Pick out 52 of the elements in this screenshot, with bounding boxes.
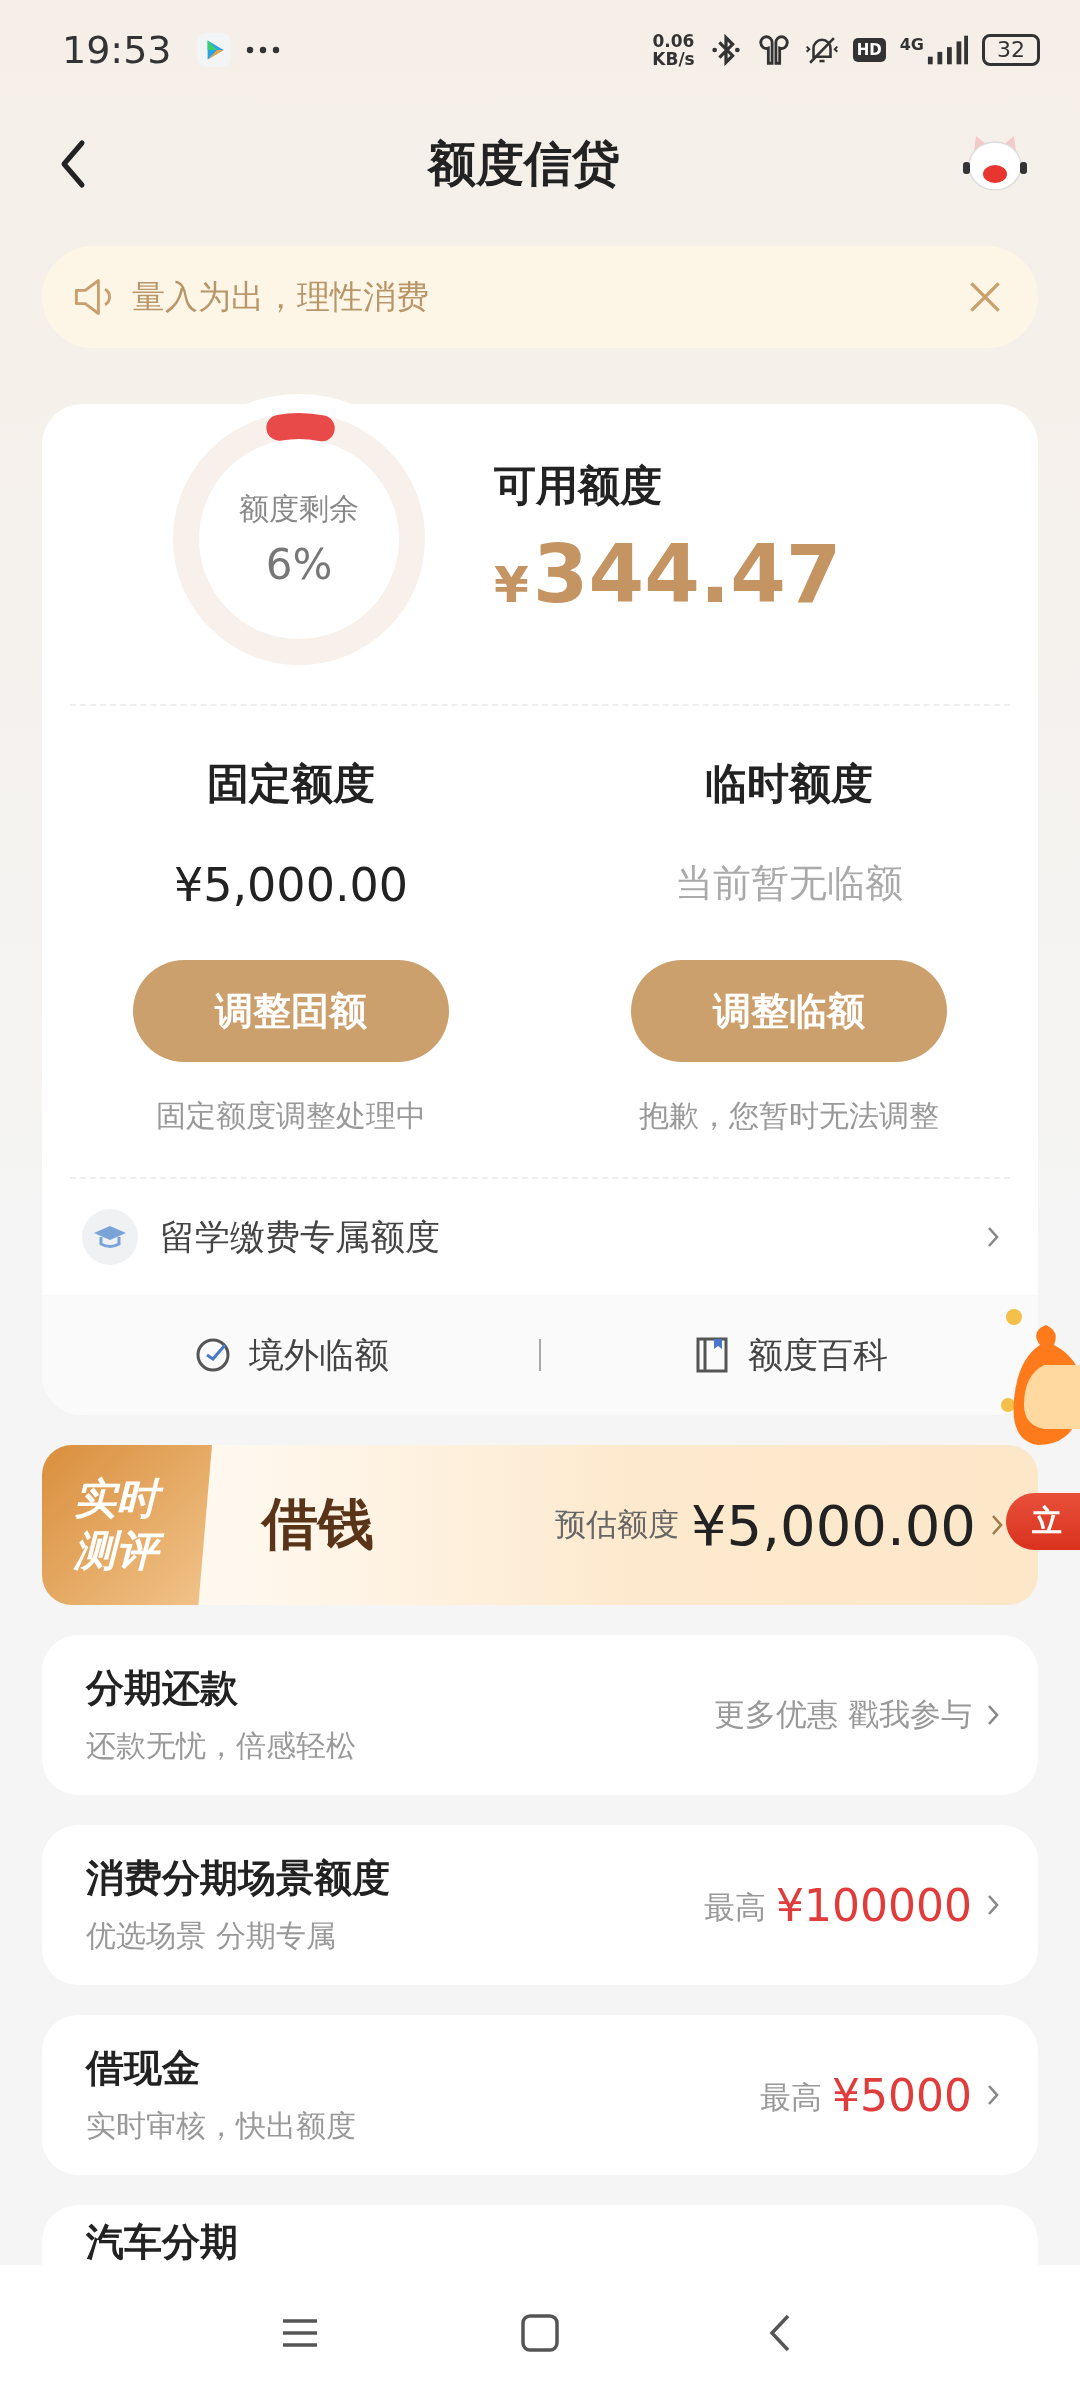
estimate-label: 预估额度 — [555, 1505, 679, 1544]
home-icon[interactable] — [520, 2312, 560, 2353]
chevron-icon — [986, 1703, 1000, 1727]
more-icon — [245, 46, 280, 54]
battery-indicator: 32 — [982, 34, 1040, 66]
max-label: 最高 — [704, 1888, 767, 1927]
product-card[interactable]: 分期还款 还款无忧，倍感轻松 更多优惠 戳我参与 — [42, 1635, 1038, 1795]
product-title: 分期还款 — [86, 1665, 239, 1712]
link-item[interactable]: 境外临额 — [192, 1331, 389, 1379]
available-label: 可用额度 — [494, 459, 663, 512]
chevron-icon — [986, 1225, 1000, 1249]
product-card[interactable]: 消费分期场景额度 优选场景 分期专属 最高 ¥100000 — [42, 1825, 1038, 1985]
product-title: 借现金 — [86, 2045, 201, 2092]
quota-value: 当前暂无临额 — [675, 860, 903, 907]
notice-text: 量入为出，理性消费 — [132, 275, 430, 318]
product-title: 消费分期场景额度 — [86, 1855, 391, 1902]
available-amount: ¥344.47 — [494, 527, 842, 621]
network-speed: 0.06 KB/s — [652, 32, 695, 68]
quota-type-title: 固定额度 — [207, 758, 375, 810]
product-subtitle: 优选场景 分期专属 — [86, 1917, 337, 1955]
signal-icon — [926, 35, 968, 65]
status-note: 固定额度调整处理中 — [156, 1097, 426, 1135]
ring-label: 额度剩余 — [239, 490, 359, 528]
earbuds-icon — [756, 33, 791, 67]
product-title: 汽车分期 — [86, 2219, 239, 2265]
promo-text: 更多优惠 戳我参与 — [714, 1695, 972, 1734]
product-card[interactable]: 借现金 实时审核，快出额度 最高 ¥5000 — [42, 2015, 1038, 2175]
max-label: 最高 — [760, 2078, 822, 2117]
study-abroad-row[interactable]: 留学缴费专属额度 — [42, 1179, 1038, 1295]
chevron-icon — [986, 2083, 1000, 2107]
product-card[interactable]: 汽车分期 — [42, 2205, 1038, 2265]
float-action-badge[interactable]: 立 — [1006, 1493, 1080, 1550]
status-time: 19:53 — [62, 28, 172, 72]
network-type: 4G — [899, 35, 924, 54]
max-amount: ¥100000 — [776, 1879, 972, 1931]
chevron-icon — [990, 1513, 1004, 1537]
banner-title: 借钱 — [262, 1489, 374, 1558]
quota-type-title: 临时额度 — [705, 758, 873, 810]
product-subtitle: 实时审核，快出额度 — [86, 2107, 357, 2145]
ring-percent: 6% — [265, 540, 333, 589]
estimate-amount: ¥5,000.00 — [691, 1492, 976, 1558]
play-app-icon — [195, 32, 232, 68]
product-subtitle: 还款无忧，倍感轻松 — [86, 1727, 357, 1765]
tag-label: 实时 测评 — [42, 1445, 212, 1605]
quota-value: ¥5,000.00 — [173, 858, 409, 914]
max-amount: ¥5000 — [832, 2069, 972, 2121]
hd-badge: HD — [852, 38, 886, 62]
link-item[interactable]: 额度百科 — [691, 1331, 888, 1379]
page-title: 额度信贷 — [428, 134, 620, 193]
graduation-cap-icon — [82, 1209, 138, 1265]
chevron-icon — [986, 1893, 1000, 1917]
status-note: 抱歉，您暂时无法调整 — [639, 1097, 939, 1135]
